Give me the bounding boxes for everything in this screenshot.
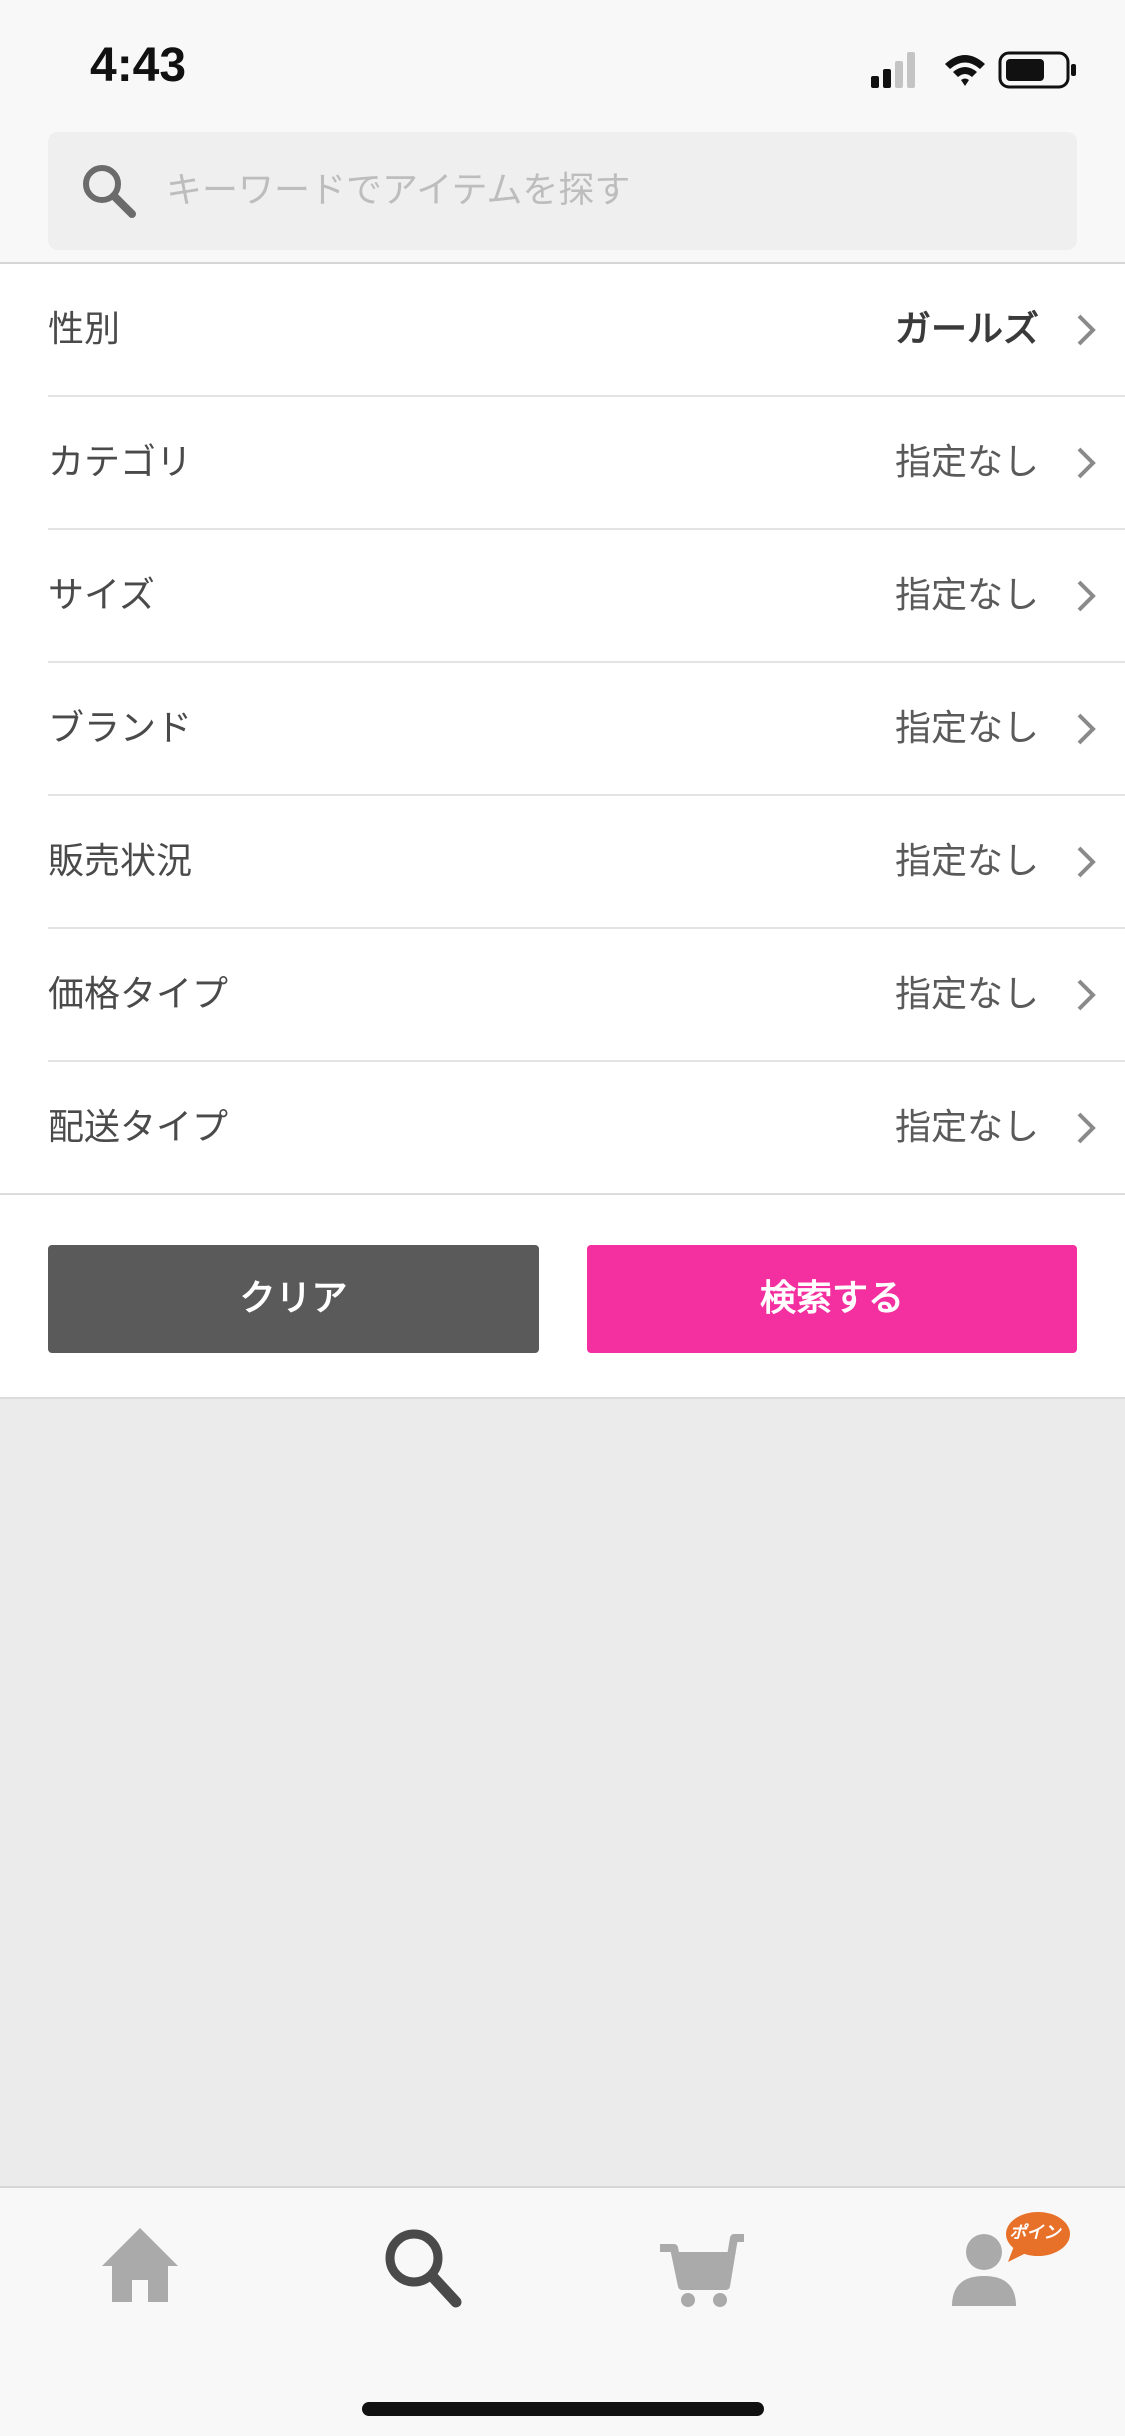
search-placeholder: キーワードでアイテムを探す (166, 170, 631, 211)
filter-row-shipping-type[interactable]: 配送タイプ 指定なし (0, 1062, 1125, 1195)
filter-value: 指定なし (894, 841, 1039, 882)
status-time: 4:43 (90, 39, 187, 92)
cart-icon (660, 2234, 744, 2307)
chevron-right-icon (1077, 314, 1096, 346)
filter-value: ガールズ (894, 309, 1039, 350)
tab-search[interactable] (372, 2218, 472, 2318)
filter-label: 販売状況 (48, 841, 193, 882)
chevron-right-icon (1077, 580, 1096, 612)
home-indicator (362, 2402, 764, 2416)
filter-label: 配送タイプ (48, 1107, 229, 1148)
filter-list: 性別 ガールズ カテゴリ 指定なし サイズ 指定なし ブランド 指定なし 販売状… (0, 264, 1125, 1195)
filter-value: 指定なし (894, 575, 1039, 616)
tab-bar: ポイン (0, 2186, 1125, 2436)
action-buttons: クリア 検索する (0, 1197, 1125, 1397)
wifi-icon (945, 55, 985, 86)
cellular-signal-icon (871, 52, 915, 88)
home-icon (102, 2228, 178, 2302)
search-icon (385, 2229, 462, 2308)
filter-row-category[interactable]: カテゴリ 指定なし (48, 397, 1125, 530)
search-icon (80, 162, 138, 220)
filter-label: 性別 (48, 309, 121, 350)
points-badge-label: ポイン (1009, 2223, 1061, 2243)
filter-value: 指定なし (894, 708, 1039, 749)
search-button[interactable]: 検索する (587, 1245, 1077, 1353)
chevron-right-icon (1077, 846, 1096, 878)
filter-row-sales-status[interactable]: 販売状況 指定なし (48, 796, 1125, 929)
search-input[interactable]: キーワードでアイテムを探す (48, 132, 1077, 250)
chevron-right-icon (1077, 979, 1096, 1011)
points-badge: ポイン (1004, 2210, 1074, 2264)
filter-value: 指定なし (894, 974, 1039, 1015)
battery-icon (998, 51, 1076, 89)
filter-label: 価格タイプ (48, 974, 229, 1015)
filter-label: カテゴリ (48, 442, 193, 483)
chevron-right-icon (1077, 447, 1096, 479)
filter-value: 指定なし (894, 442, 1039, 483)
filter-row-gender[interactable]: 性別 ガールズ (48, 264, 1125, 397)
filter-value: 指定なし (894, 1107, 1039, 1148)
filter-label: サイズ (48, 575, 155, 616)
signal-wifi-battery-icons (871, 51, 1076, 89)
filter-row-size[interactable]: サイズ 指定なし (48, 530, 1125, 663)
chevron-right-icon (1077, 1112, 1096, 1144)
header: 4:43 キーワードでアイテムを探す (0, 0, 1125, 264)
filter-label: ブランド (48, 708, 193, 749)
filter-row-brand[interactable]: ブランド 指定なし (48, 663, 1125, 796)
clear-button[interactable]: クリア (48, 1245, 539, 1353)
filter-row-price-type[interactable]: 価格タイプ 指定なし (48, 929, 1125, 1062)
status-icons (871, 48, 1081, 92)
filter-panel: 性別 ガールズ カテゴリ 指定なし サイズ 指定なし ブランド 指定なし 販売状… (0, 264, 1125, 1399)
tab-home[interactable] (90, 2218, 190, 2318)
tab-cart[interactable] (652, 2218, 752, 2318)
chevron-right-icon (1077, 713, 1096, 745)
